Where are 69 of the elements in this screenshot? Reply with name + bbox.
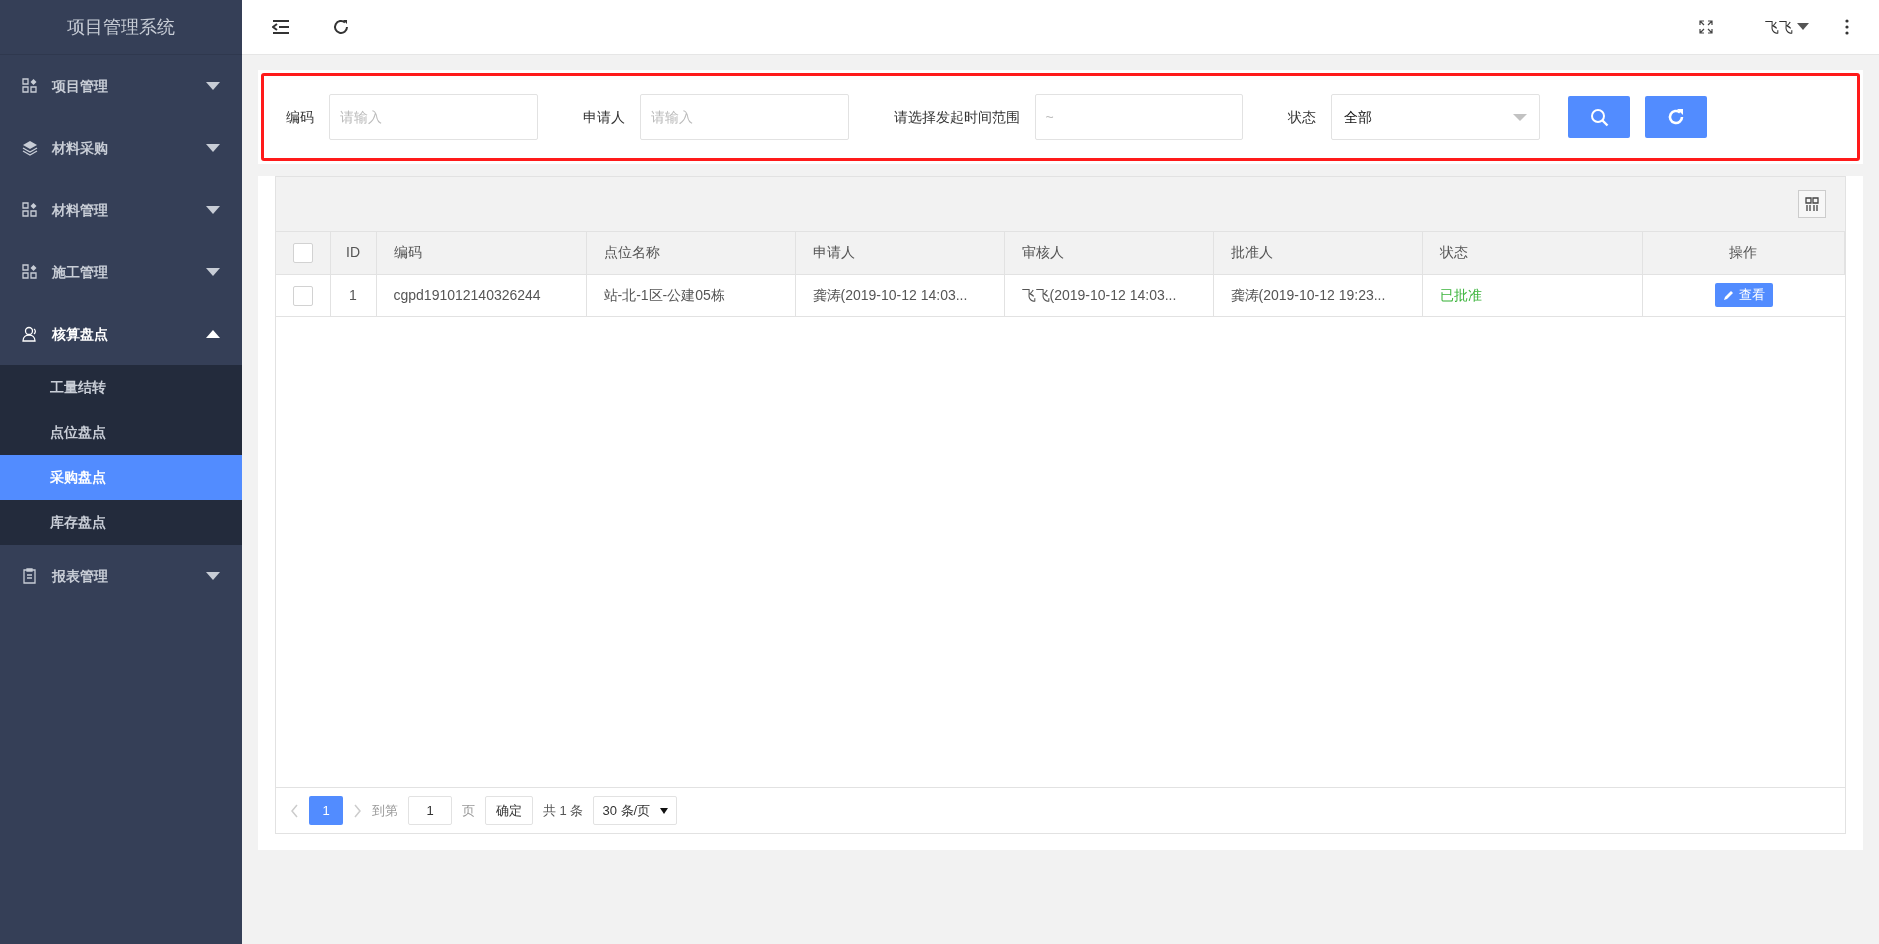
- caret-icon: [660, 807, 669, 814]
- input-field[interactable]: 请输入: [329, 94, 538, 140]
- confirm-button[interactable]: 确定: [485, 796, 533, 825]
- menu-collapse-icon[interactable]: [272, 19, 290, 35]
- column-header: 操作: [1729, 244, 1758, 261]
- search-icon: [1589, 107, 1609, 127]
- clipboard-icon: [22, 568, 38, 584]
- columns-icon[interactable]: [1798, 190, 1826, 218]
- submenu-item[interactable]: 点位盘点: [0, 410, 242, 455]
- apps-icon: [22, 78, 38, 94]
- user-name[interactable]: 飞飞: [1765, 16, 1793, 38]
- status-text: 已批准: [1439, 286, 1482, 303]
- user-icon: [22, 326, 38, 342]
- filter-label: 编码: [286, 107, 314, 127]
- filter-label: 状态: [1288, 107, 1317, 127]
- pencil-icon: [1722, 289, 1734, 301]
- input-field[interactable]: 请输入: [639, 94, 849, 140]
- column-header: 审核人: [1021, 244, 1064, 261]
- column-header: 批准人: [1230, 244, 1273, 261]
- more-icon[interactable]: [1845, 19, 1849, 35]
- caret-icon: [206, 206, 220, 214]
- column-header: 编码: [393, 244, 422, 261]
- submenu-item[interactable]: 工量结转: [0, 365, 242, 410]
- total-count: 共 1 条: [543, 801, 584, 820]
- search-button[interactable]: [1568, 96, 1631, 138]
- table-cell: 飞飞(2019-10-12 14:03...: [1021, 286, 1177, 303]
- caret-icon: [1513, 113, 1528, 121]
- select-field[interactable]: 全部: [1331, 94, 1541, 140]
- apps-icon: [22, 264, 38, 280]
- page-unit-label: 页: [462, 801, 475, 820]
- column-header: 点位名称: [603, 244, 660, 261]
- layers-icon: [22, 140, 38, 156]
- page-size-select[interactable]: 30 条/页: [593, 796, 678, 825]
- app-title: 项目管理系统: [67, 15, 175, 39]
- caret-icon: [206, 144, 220, 152]
- apps-icon: [22, 202, 38, 218]
- reset-button[interactable]: [1645, 96, 1708, 138]
- sidebar-item[interactable]: 项目管理: [0, 55, 242, 117]
- caret-icon: [206, 572, 220, 580]
- sidebar-item[interactable]: 材料采购: [0, 117, 242, 179]
- table-cell: 1: [349, 286, 357, 303]
- table-cell: cgpd191012140326244: [393, 286, 541, 303]
- sidebar-item[interactable]: 报表管理: [0, 545, 242, 607]
- fullscreen-icon[interactable]: [1699, 20, 1713, 34]
- submenu-item[interactable]: 库存盘点: [0, 500, 242, 545]
- caret-icon: [206, 268, 220, 276]
- filter-label: 申请人: [582, 107, 625, 127]
- sidebar-item[interactable]: 核算盘点: [0, 303, 242, 365]
- column-header: ID: [346, 244, 360, 261]
- column-header: 申请人: [812, 244, 855, 261]
- column-header: 状态: [1439, 244, 1468, 261]
- checkbox[interactable]: [292, 285, 313, 306]
- table-cell: 站-北-1区-公建05栋: [603, 286, 725, 303]
- caret-icon: [206, 330, 220, 338]
- sidebar-item[interactable]: 施工管理: [0, 241, 242, 303]
- table-cell: 龚涛(2019-10-12 14:03...: [812, 286, 968, 303]
- caret-icon: [206, 82, 220, 90]
- table-cell: 龚涛(2019-10-12 19:23...: [1230, 286, 1386, 303]
- filter-label: 请选择发起时间范围: [893, 107, 1020, 127]
- sidebar-item[interactable]: 材料管理: [0, 179, 242, 241]
- chevron-right-icon: [353, 803, 362, 818]
- input-field[interactable]: ~: [1034, 94, 1244, 140]
- refresh-icon[interactable]: [332, 18, 350, 36]
- refresh-icon: [1667, 108, 1686, 126]
- caret-icon[interactable]: [1797, 23, 1809, 31]
- goto-label: 到第: [372, 801, 398, 820]
- chevron-left-icon: [290, 803, 299, 818]
- checkbox[interactable]: [292, 243, 313, 264]
- page-input[interactable]: 1: [408, 796, 452, 825]
